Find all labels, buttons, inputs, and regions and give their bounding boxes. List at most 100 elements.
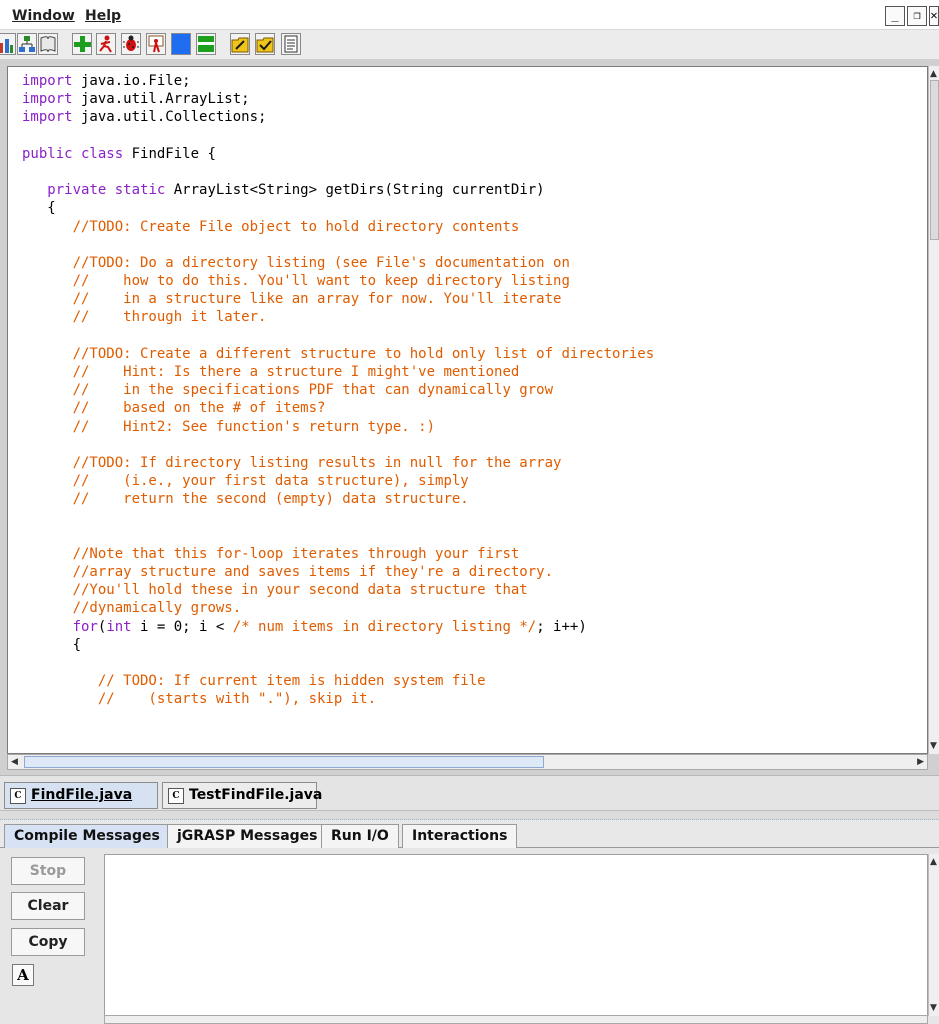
clear-button[interactable]: Clear xyxy=(11,892,85,920)
code-editor[interactable]: import java.io.File; import java.util.Arr… xyxy=(7,66,928,754)
check-folder-icon[interactable] xyxy=(255,33,275,55)
window-controls: _ ❐ ✕ xyxy=(883,6,939,26)
editor-vertical-scroll-thumb[interactable] xyxy=(930,80,939,240)
scroll-right-arrow-icon[interactable]: ▶ xyxy=(917,756,924,768)
code-token: java.util.Collections; xyxy=(72,109,267,126)
code-line: import java.io.File; xyxy=(22,72,654,90)
scroll-left-arrow-icon[interactable]: ◀ xyxy=(11,756,18,768)
java-file-icon: C xyxy=(168,788,184,804)
bar-chart-icon[interactable] xyxy=(0,33,16,55)
run-presenter-icon[interactable] xyxy=(146,33,166,55)
comment-token: // (starts with "."), skip it. xyxy=(97,691,377,708)
compile-output-area[interactable] xyxy=(104,854,928,1016)
tree-icon[interactable] xyxy=(17,33,37,55)
code-line: //array structure and saves items if the… xyxy=(22,563,654,581)
code-token: { xyxy=(22,636,82,653)
code-line: private static ArrayList<String> getDirs… xyxy=(22,181,654,199)
code-line: import java.util.Collections; xyxy=(22,108,654,126)
font-size-icon[interactable]: A xyxy=(12,964,34,986)
debug-bug-icon[interactable] xyxy=(121,33,141,55)
copy-button[interactable]: Copy xyxy=(11,928,85,956)
code-line: { xyxy=(22,199,654,217)
tab-jgrasp-messages[interactable]: jGRASP Messages xyxy=(167,824,328,848)
code-line: { xyxy=(22,636,654,654)
keyword-token: import xyxy=(22,73,73,89)
tab-findfile-java[interactable]: C FindFile.java xyxy=(4,782,158,809)
code-line: //TODO: If directory listing results in … xyxy=(22,454,654,472)
file-tab-bar: C FindFile.java C TestFindFile.java xyxy=(0,775,939,810)
comment-token: //Note that this for-loop iterates throu… xyxy=(72,545,520,562)
output-horizontal-scrollbar[interactable] xyxy=(104,1015,928,1024)
scroll-up-arrow-icon[interactable]: ▲ xyxy=(930,856,937,868)
scroll-up-arrow-icon[interactable]: ▲ xyxy=(930,68,937,80)
book-icon[interactable] xyxy=(38,33,58,55)
minimize-button[interactable]: _ xyxy=(885,6,905,26)
scroll-down-arrow-icon[interactable]: ▼ xyxy=(930,1002,937,1014)
code-token: ArrayList<String> getDirs(String current… xyxy=(165,182,545,199)
message-tab-bar: Compile Messages jGRASP Messages Run I/O… xyxy=(0,820,939,848)
menu-help[interactable]: Help xyxy=(85,8,121,24)
code-token: FindFile { xyxy=(123,145,216,162)
output-vertical-scrollbar[interactable]: ▲ ▼ xyxy=(928,854,939,1016)
keyword-token: import xyxy=(22,109,73,126)
tab-compile-messages[interactable]: Compile Messages xyxy=(4,824,170,848)
code-line: // Hint: Is there a structure I might've… xyxy=(22,363,654,381)
add-icon[interactable] xyxy=(72,33,92,55)
comment-token: // (i.e., your first data structure), si… xyxy=(72,473,469,490)
code-line: // through it later. xyxy=(22,308,654,326)
editor-vertical-scrollbar[interactable]: ▲ ▼ xyxy=(928,66,939,754)
comment-token: //You'll hold these in your second data … xyxy=(72,582,528,599)
panel-splitter[interactable] xyxy=(0,810,939,820)
restore-button[interactable]: ❐ xyxy=(907,6,927,26)
source-code[interactable]: import java.io.File; import java.util.Arr… xyxy=(22,72,654,709)
keyword-token: public class xyxy=(22,145,124,162)
message-panel: Stop Clear Copy A ▲ ▼ xyxy=(0,848,939,1024)
code-line: for(int i = 0; i < /* num items in direc… xyxy=(22,618,654,636)
run-figure-icon[interactable] xyxy=(96,33,116,55)
code-line: // in the specifications PDF that can dy… xyxy=(22,381,654,399)
tab-run-io[interactable]: Run I/O xyxy=(321,824,399,848)
keyword-token: import xyxy=(22,91,73,108)
menu-bar: Window Help _ ❐ ✕ xyxy=(0,0,939,30)
code-line: // (i.e., your first data structure), si… xyxy=(22,472,654,490)
editor-horizontal-scroll-thumb[interactable] xyxy=(24,756,544,768)
tab-interactions[interactable]: Interactions xyxy=(402,824,518,848)
comment-token: // Hint: Is there a structure I might've… xyxy=(72,364,520,380)
close-button[interactable]: ✕ xyxy=(929,6,939,26)
tab-label: TestFindFile.java xyxy=(189,787,323,803)
blue-square-icon[interactable] xyxy=(171,33,191,55)
stop-button[interactable]: Stop xyxy=(11,857,85,885)
green-split-icon[interactable] xyxy=(196,33,216,55)
tab-label: FindFile.java xyxy=(31,787,133,803)
tab-testfindfile-java[interactable]: C TestFindFile.java xyxy=(162,782,322,809)
comment-token: //TODO: Create File object to hold direc… xyxy=(72,218,520,235)
code-line: //Note that this for-loop iterates throu… xyxy=(22,545,654,563)
scroll-down-arrow-icon[interactable]: ▼ xyxy=(930,740,937,752)
code-token: ; i++) xyxy=(536,618,587,635)
editor-horizontal-scrollbar[interactable]: ◀ ▶ xyxy=(7,754,928,770)
edit-folder-icon[interactable] xyxy=(230,33,250,55)
code-token: { xyxy=(22,200,56,217)
menu-window[interactable]: Window xyxy=(12,8,75,24)
code-line: // how to do this. You'll want to keep d… xyxy=(22,272,654,290)
code-line: //TODO: Do a directory listing (see File… xyxy=(22,254,654,272)
document-icon[interactable] xyxy=(281,33,301,55)
comment-token: //TODO: Do a directory listing (see File… xyxy=(72,254,570,271)
code-line: // based on the # of items? xyxy=(22,399,654,417)
comment-token: //TODO: Create a different structure to … xyxy=(72,345,655,362)
code-token: i = 0; i < xyxy=(131,618,233,635)
